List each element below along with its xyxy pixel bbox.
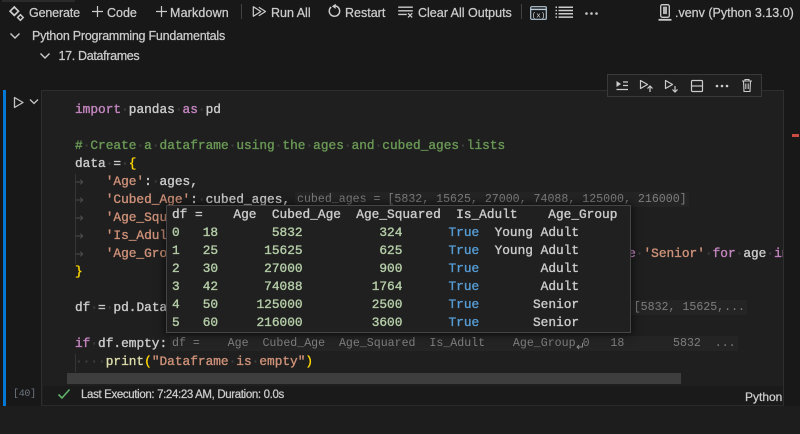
svg-text:(x): (x) xyxy=(532,12,546,20)
